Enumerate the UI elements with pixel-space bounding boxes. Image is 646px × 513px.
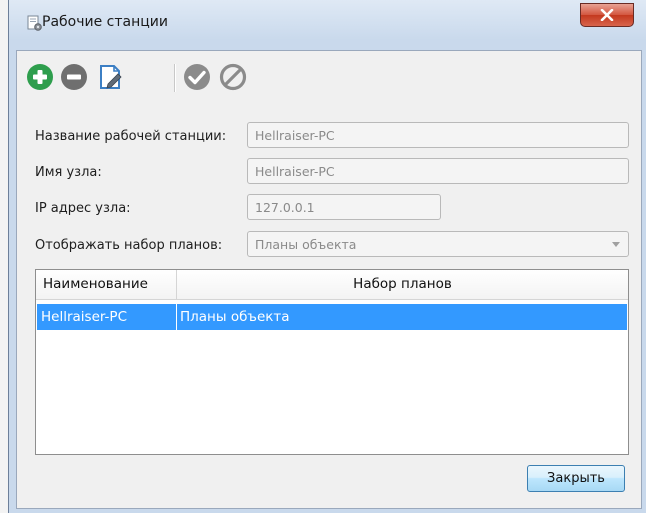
edit-icon (100, 65, 122, 89)
add-icon (27, 64, 53, 90)
remove-icon (61, 64, 87, 90)
dialog-body: Название рабочей станции: Hellraiser-PC … (16, 50, 642, 509)
cancel-button[interactable] (218, 62, 248, 92)
cell-plan-set: Планы объекта (180, 309, 290, 325)
cell-name: Hellraiser-PC (41, 309, 127, 325)
station-name-label: Название рабочей станции: (35, 129, 227, 144)
window-title: Рабочие станции (42, 14, 168, 30)
workstations-table: Наименование Набор планов Hellraiser-PC … (35, 269, 629, 455)
ip-address-label: IP адрес узла: (35, 201, 131, 216)
workstations-icon (27, 15, 42, 31)
ip-address-field[interactable]: 127.0.0.1 (247, 194, 441, 220)
plan-set-value: Планы объекта (255, 237, 357, 252)
cancel-icon (219, 63, 247, 91)
host-name-field[interactable]: Hellraiser-PC (247, 158, 629, 184)
close-button[interactable]: Закрыть (527, 465, 625, 492)
plan-set-label: Отображать набор планов: (35, 238, 223, 253)
apply-icon (184, 64, 210, 90)
close-icon (600, 9, 614, 21)
table-header: Наименование Набор планов (36, 270, 628, 300)
edit-button[interactable] (95, 62, 125, 92)
cell-divider (176, 304, 177, 330)
column-header-plan-set[interactable]: Набор планов (177, 270, 628, 299)
chevron-down-icon[interactable] (612, 242, 620, 247)
add-button[interactable] (25, 62, 55, 92)
toolbar (25, 60, 305, 96)
host-name-label: Имя узла: (35, 165, 102, 180)
remove-button[interactable] (59, 62, 89, 92)
table-row[interactable]: Hellraiser-PC Планы объекта (37, 304, 627, 330)
station-name-field[interactable]: Hellraiser-PC (247, 122, 629, 148)
column-header-name[interactable]: Наименование (36, 270, 177, 299)
plan-set-select[interactable]: Планы объекта (247, 231, 629, 257)
apply-button[interactable] (182, 62, 212, 92)
window-close-button[interactable] (580, 3, 634, 27)
toolbar-separator (174, 64, 176, 92)
